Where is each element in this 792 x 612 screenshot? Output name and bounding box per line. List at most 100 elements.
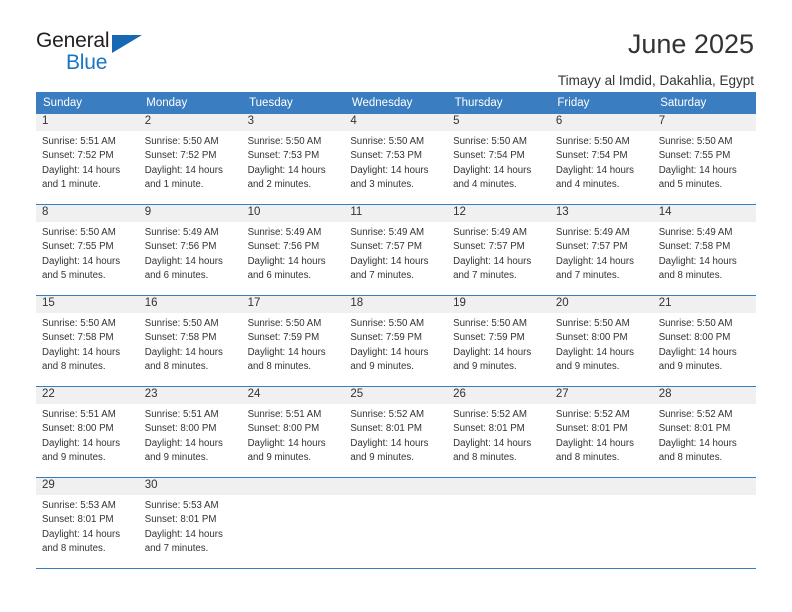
sunrise-text: Sunrise: 5:50 AM (144, 318, 219, 329)
calendar-day-cell[interactable]: 29 Sunrise: 5:53 AM Sunset: 8:01 PM Dayligh… (36, 477, 139, 569)
calendar-day-cell[interactable]: 28 Sunrise: 5:52 AM Sunset: 8:01 PM Dayligh… (652, 386, 756, 478)
calendar-day-cell[interactable]: 12 Sunrise: 5:49 AM Sunset: 7:57 PM Dayligh… (447, 204, 550, 296)
page-title: June 2025 (627, 29, 754, 59)
day-details: Sunrise: 5:53 AM Sunset: 8:01 PM Daylight:… (36, 495, 139, 556)
sunrise-text: Sunrise: 5:50 AM (555, 136, 630, 147)
calendar-day-cell[interactable]: 17 Sunrise: 5:50 AM Sunset: 7:59 PM Dayligh… (241, 295, 345, 387)
calendar-day-cell[interactable]: 3 Sunrise: 5:50 AM Sunset: 7:53 PM Daylight… (241, 114, 345, 205)
calendar-day-cell[interactable]: 1 Sunrise: 5:51 AM Sunset: 7:52 PM Daylight… (36, 114, 139, 205)
day-details: Sunrise: 5:50 AM Sunset: 7:55 PM Daylight:… (653, 131, 756, 192)
day-number-placeholder (241, 478, 345, 495)
calendar-day-cell[interactable]: 11 Sunrise: 5:49 AM Sunset: 7:57 PM Dayligh… (344, 204, 448, 296)
sunrise-text: Sunrise: 5:50 AM (247, 318, 322, 329)
calendar-day-cell[interactable]: 24 Sunrise: 5:51 AM Sunset: 8:00 PM Dayligh… (241, 386, 345, 478)
day-details: Sunrise: 5:49 AM Sunset: 7:57 PM Daylight:… (447, 222, 550, 283)
calendar-day-cell[interactable]: 2 Sunrise: 5:50 AM Sunset: 7:52 PM Daylight… (138, 114, 242, 205)
sunrise-text: Sunrise: 5:52 AM (350, 409, 425, 420)
sunset-text: Sunset: 8:01 PM (658, 423, 731, 435)
sunrise-text: Sunrise: 5:52 AM (453, 409, 527, 420)
daylight-text: Daylight: 14 hours and 4 minutes. (453, 164, 532, 190)
calendar-day-cell[interactable]: 9 Sunrise: 5:49 AM Sunset: 7:56 PM Daylight… (138, 204, 242, 296)
day-details: Sunrise: 5:49 AM Sunset: 7:56 PM Daylight:… (139, 222, 242, 283)
day-cell-empty (652, 478, 756, 568)
sunset-text: Sunset: 7:56 PM (247, 241, 320, 253)
day-cell-content: 1 Sunrise: 5:51 AM Sunset: 7:52 PM Daylight… (36, 114, 139, 204)
day-cell-content: 29 Sunrise: 5:53 AM Sunset: 8:01 PM Dayligh… (36, 478, 139, 568)
sunrise-text: Sunrise: 5:50 AM (144, 136, 219, 147)
daylight-text: Daylight: 14 hours and 7 minutes. (453, 255, 532, 281)
day-cell-empty (549, 478, 653, 568)
sunset-text: Sunset: 7:57 PM (453, 241, 525, 253)
day-cell-content: 14 Sunrise: 5:49 AM Sunset: 7:58 PM Dayligh… (652, 205, 756, 295)
calendar-day-cell[interactable]: 26 Sunrise: 5:52 AM Sunset: 8:01 PM Dayligh… (447, 386, 550, 478)
calendar-day-cell[interactable]: 22 Sunrise: 5:51 AM Sunset: 8:00 PM Dayligh… (36, 386, 139, 478)
weekday-header-saturday: Saturday (652, 92, 756, 114)
sunrise-text: Sunrise: 5:49 AM (350, 227, 425, 238)
day-cell-content: 15 Sunrise: 5:50 AM Sunset: 7:58 PM Dayligh… (36, 296, 139, 386)
day-details: Sunrise: 5:50 AM Sunset: 7:58 PM Daylight:… (36, 313, 139, 374)
calendar-day-cell[interactable]: 25 Sunrise: 5:52 AM Sunset: 8:01 PM Dayligh… (344, 386, 448, 478)
calendar-day-cell[interactable]: 13 Sunrise: 5:49 AM Sunset: 7:57 PM Dayligh… (549, 204, 653, 296)
generalblue-logo[interactable]: General Blue (36, 30, 176, 78)
calendar-day-cell[interactable]: 14 Sunrise: 5:49 AM Sunset: 7:58 PM Dayligh… (652, 204, 756, 296)
day-cell-content: 12 Sunrise: 5:49 AM Sunset: 7:57 PM Dayligh… (447, 205, 550, 295)
day-number: 11 (344, 205, 448, 222)
sunset-text: Sunset: 8:01 PM (453, 423, 525, 435)
day-number: 9 (138, 205, 242, 222)
sunrise-text: Sunrise: 5:49 AM (144, 227, 219, 238)
sunset-text: Sunset: 8:01 PM (350, 423, 422, 435)
day-number: 6 (549, 114, 653, 131)
calendar-day-cell[interactable]: 27 Sunrise: 5:52 AM Sunset: 8:01 PM Dayligh… (549, 386, 653, 478)
sunrise-text: Sunrise: 5:50 AM (350, 136, 425, 147)
sunrise-text: Sunrise: 5:50 AM (247, 136, 322, 147)
sunset-text: Sunset: 8:00 PM (144, 423, 217, 435)
calendar-day-cell[interactable]: 5 Sunrise: 5:50 AM Sunset: 7:54 PM Daylight… (447, 114, 550, 205)
calendar-day-cell[interactable]: 10 Sunrise: 5:49 AM Sunset: 7:56 PM Dayligh… (241, 204, 345, 296)
calendar-day-cell[interactable]: 16 Sunrise: 5:50 AM Sunset: 7:58 PM Dayligh… (138, 295, 242, 387)
calendar-day-cell[interactable]: 20 Sunrise: 5:50 AM Sunset: 8:00 PM Dayligh… (549, 295, 653, 387)
day-cell-content: 27 Sunrise: 5:52 AM Sunset: 8:01 PM Dayligh… (549, 387, 653, 477)
sunrise-text: Sunrise: 5:52 AM (658, 409, 733, 420)
calendar-day-cell[interactable]: 8 Sunrise: 5:50 AM Sunset: 7:55 PM Daylight… (36, 204, 139, 296)
day-cell-content: 18 Sunrise: 5:50 AM Sunset: 7:59 PM Dayligh… (344, 296, 448, 386)
calendar-day-cell[interactable]: 23 Sunrise: 5:51 AM Sunset: 8:00 PM Dayligh… (138, 386, 242, 478)
weekday-header-tuesday: Tuesday (241, 92, 345, 114)
sunrise-text: Sunrise: 5:50 AM (42, 227, 116, 238)
sunset-text: Sunset: 7:52 PM (42, 150, 114, 162)
daylight-text: Daylight: 14 hours and 9 minutes. (247, 437, 326, 463)
day-details: Sunrise: 5:51 AM Sunset: 8:00 PM Daylight:… (242, 404, 345, 465)
sunrise-text: Sunrise: 5:49 AM (555, 227, 630, 238)
calendar-day-cell[interactable]: 21 Sunrise: 5:50 AM Sunset: 8:00 PM Dayligh… (652, 295, 756, 387)
day-number: 18 (344, 296, 448, 313)
calendar-day-cell (447, 477, 550, 569)
day-details: Sunrise: 5:50 AM Sunset: 7:54 PM Daylight:… (550, 131, 653, 192)
calendar-table: Sunday Monday Tuesday Wednesday Thursday… (36, 92, 756, 569)
day-number: 14 (652, 205, 756, 222)
sunrise-text: Sunrise: 5:53 AM (42, 500, 116, 511)
sunset-text: Sunset: 7:54 PM (453, 150, 525, 162)
calendar-day-cell[interactable]: 30 Sunrise: 5:53 AM Sunset: 8:01 PM Dayligh… (138, 477, 242, 569)
daylight-text: Daylight: 14 hours and 9 minutes. (555, 346, 634, 372)
sunset-text: Sunset: 8:00 PM (247, 423, 320, 435)
day-cell-content: 13 Sunrise: 5:49 AM Sunset: 7:57 PM Dayligh… (549, 205, 653, 295)
day-details: Sunrise: 5:53 AM Sunset: 8:01 PM Daylight:… (139, 495, 242, 556)
day-number-placeholder (344, 478, 448, 495)
calendar-day-cell[interactable]: 18 Sunrise: 5:50 AM Sunset: 7:59 PM Dayligh… (344, 295, 448, 387)
calendar-day-cell[interactable]: 4 Sunrise: 5:50 AM Sunset: 7:53 PM Daylight… (344, 114, 448, 205)
day-details: Sunrise: 5:52 AM Sunset: 8:01 PM Daylight:… (344, 404, 447, 465)
day-details: Sunrise: 5:50 AM Sunset: 7:59 PM Daylight:… (344, 313, 447, 374)
daylight-text: Daylight: 14 hours and 6 minutes. (144, 255, 223, 281)
day-number: 29 (36, 478, 139, 495)
day-cell-content: 2 Sunrise: 5:50 AM Sunset: 7:52 PM Daylight… (138, 114, 242, 204)
sunset-text: Sunset: 7:55 PM (658, 150, 731, 162)
calendar-day-cell[interactable]: 7 Sunrise: 5:50 AM Sunset: 7:55 PM Daylight… (652, 114, 756, 205)
sunset-text: Sunset: 7:53 PM (247, 150, 320, 162)
sunset-text: Sunset: 8:01 PM (42, 514, 114, 526)
calendar-day-cell[interactable]: 6 Sunrise: 5:50 AM Sunset: 7:54 PM Daylight… (549, 114, 653, 205)
sunrise-text: Sunrise: 5:52 AM (555, 409, 630, 420)
day-cell-empty (241, 478, 345, 568)
calendar-day-cell[interactable]: 15 Sunrise: 5:50 AM Sunset: 7:58 PM Dayligh… (36, 295, 139, 387)
calendar-day-cell[interactable]: 19 Sunrise: 5:50 AM Sunset: 7:59 PM Dayligh… (447, 295, 550, 387)
day-cell-content: 20 Sunrise: 5:50 AM Sunset: 8:00 PM Dayligh… (549, 296, 653, 386)
calendar-day-cell (549, 477, 653, 569)
